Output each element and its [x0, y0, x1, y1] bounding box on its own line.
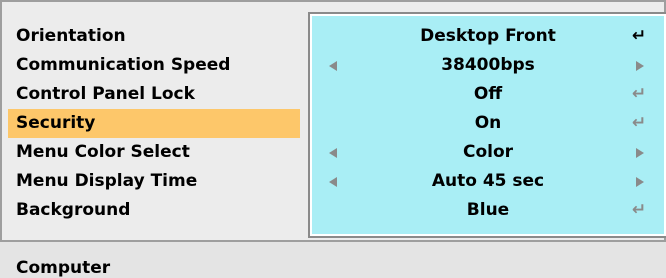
- value-row-control-panel-lock[interactable]: Off ↵: [312, 80, 664, 109]
- control-panel-lock-value: Off: [473, 84, 503, 104]
- input-source-label: Computer: [16, 258, 111, 278]
- background-value: Blue: [466, 200, 510, 220]
- status-bar: Computer: [0, 242, 666, 278]
- arrow-right-icon[interactable]: [636, 61, 644, 71]
- value-row-security[interactable]: On ↵: [312, 109, 664, 138]
- arrow-left-icon[interactable]: [329, 61, 337, 71]
- menu-item-menu-color-select[interactable]: Menu Color Select: [8, 138, 300, 167]
- projector-menu: Orientation Communication Speed Control …: [0, 0, 666, 278]
- enter-return-icon[interactable]: ↵: [628, 109, 650, 138]
- setting-labels: Orientation Communication Speed Control …: [8, 22, 300, 225]
- value-row-orientation[interactable]: Desktop Front ↵: [312, 22, 664, 51]
- security-value: On: [474, 113, 502, 133]
- arrow-left-icon[interactable]: [329, 148, 337, 158]
- menu-item-background[interactable]: Background: [8, 196, 300, 225]
- menu-item-menu-display-time[interactable]: Menu Display Time: [8, 167, 300, 196]
- menu-item-orientation[interactable]: Orientation: [8, 22, 300, 51]
- value-panel: Desktop Front ↵ 38400bps Off ↵ On ↵ Colo…: [308, 12, 666, 238]
- menu-color-select-value: Color: [462, 142, 514, 162]
- menu-item-control-panel-lock[interactable]: Control Panel Lock: [8, 80, 300, 109]
- arrow-left-icon[interactable]: [329, 177, 337, 187]
- orientation-value: Desktop Front: [420, 26, 556, 46]
- value-row-menu-color-select[interactable]: Color: [312, 138, 664, 167]
- communication-speed-value: 38400bps: [441, 55, 535, 75]
- value-row-menu-display-time[interactable]: Auto 45 sec: [312, 167, 664, 196]
- menu-item-security[interactable]: Security: [8, 109, 300, 138]
- frame-top-border: [0, 0, 666, 2]
- arrow-right-icon[interactable]: [636, 177, 644, 187]
- enter-return-icon[interactable]: ↵: [628, 196, 650, 225]
- value-row-communication-speed[interactable]: 38400bps: [312, 51, 664, 80]
- arrow-right-icon[interactable]: [636, 148, 644, 158]
- enter-return-icon[interactable]: ↵: [628, 22, 650, 51]
- value-row-background[interactable]: Blue ↵: [312, 196, 664, 225]
- frame-left-border: [0, 0, 2, 278]
- menu-item-communication-speed[interactable]: Communication Speed: [8, 51, 300, 80]
- enter-return-icon[interactable]: ↵: [628, 80, 650, 109]
- menu-display-time-value: Auto 45 sec: [431, 171, 545, 191]
